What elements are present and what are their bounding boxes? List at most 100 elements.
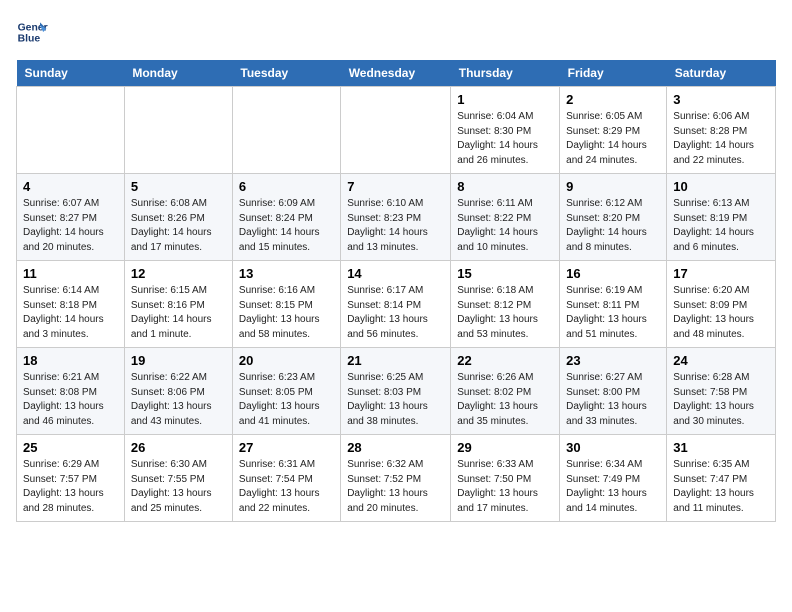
- calendar-cell: 2 Sunrise: 6:05 AM Sunset: 8:29 PM Daylig…: [560, 87, 667, 174]
- day-number: 25: [23, 440, 118, 455]
- day-number: 21: [347, 353, 444, 368]
- calendar-cell: 23 Sunrise: 6:27 AM Sunset: 8:00 PM Dayli…: [560, 348, 667, 435]
- day-number: 15: [457, 266, 553, 281]
- day-number: 23: [566, 353, 660, 368]
- day-number: 29: [457, 440, 553, 455]
- day-number: 4: [23, 179, 118, 194]
- logo-icon: General Blue: [16, 16, 48, 48]
- day-number: 9: [566, 179, 660, 194]
- calendar-cell: [232, 87, 340, 174]
- day-number: 22: [457, 353, 553, 368]
- day-info: Sunrise: 6:32 AM Sunset: 7:52 PM Dayligh…: [347, 458, 444, 516]
- day-number: 28: [347, 440, 444, 455]
- day-info: Sunrise: 6:33 AM Sunset: 7:50 PM Dayligh…: [457, 458, 553, 516]
- calendar-cell: 10 Sunrise: 6:13 AM Sunset: 8:19 PM Dayli…: [667, 174, 776, 261]
- day-info: Sunrise: 6:12 AM Sunset: 8:20 PM Dayligh…: [566, 197, 660, 255]
- calendar-cell: 14 Sunrise: 6:17 AM Sunset: 8:14 PM Dayli…: [341, 261, 451, 348]
- calendar-cell: 24 Sunrise: 6:28 AM Sunset: 7:58 PM Dayli…: [667, 348, 776, 435]
- day-number: 19: [131, 353, 226, 368]
- day-number: 7: [347, 179, 444, 194]
- day-number: 17: [673, 266, 769, 281]
- calendar-cell: 15 Sunrise: 6:18 AM Sunset: 8:12 PM Dayli…: [451, 261, 560, 348]
- day-info: Sunrise: 6:23 AM Sunset: 8:05 PM Dayligh…: [239, 371, 334, 429]
- calendar-cell: 13 Sunrise: 6:16 AM Sunset: 8:15 PM Dayli…: [232, 261, 340, 348]
- calendar-cell: 3 Sunrise: 6:06 AM Sunset: 8:28 PM Daylig…: [667, 87, 776, 174]
- calendar-cell: 19 Sunrise: 6:22 AM Sunset: 8:06 PM Dayli…: [124, 348, 232, 435]
- week-row-3: 11 Sunrise: 6:14 AM Sunset: 8:18 PM Dayli…: [17, 261, 776, 348]
- calendar-cell: 12 Sunrise: 6:15 AM Sunset: 8:16 PM Dayli…: [124, 261, 232, 348]
- day-info: Sunrise: 6:35 AM Sunset: 7:47 PM Dayligh…: [673, 458, 769, 516]
- logo: General Blue: [16, 16, 48, 48]
- day-number: 27: [239, 440, 334, 455]
- day-info: Sunrise: 6:21 AM Sunset: 8:08 PM Dayligh…: [23, 371, 118, 429]
- day-number: 12: [131, 266, 226, 281]
- day-number: 20: [239, 353, 334, 368]
- day-info: Sunrise: 6:11 AM Sunset: 8:22 PM Dayligh…: [457, 197, 553, 255]
- calendar-cell: 30 Sunrise: 6:34 AM Sunset: 7:49 PM Dayli…: [560, 435, 667, 522]
- day-info: Sunrise: 6:29 AM Sunset: 7:57 PM Dayligh…: [23, 458, 118, 516]
- calendar-cell: 26Sunrise: 6:30 AM Sunset: 7:55 PM Dayli…: [124, 435, 232, 522]
- day-info: Sunrise: 6:15 AM Sunset: 8:16 PM Dayligh…: [131, 284, 226, 342]
- weekday-header-friday: Friday: [560, 60, 667, 87]
- day-info: Sunrise: 6:20 AM Sunset: 8:09 PM Dayligh…: [673, 284, 769, 342]
- day-number: 14: [347, 266, 444, 281]
- day-info: Sunrise: 6:17 AM Sunset: 8:14 PM Dayligh…: [347, 284, 444, 342]
- day-info: Sunrise: 6:04 AM Sunset: 8:30 PM Dayligh…: [457, 110, 553, 168]
- calendar-cell: 7 Sunrise: 6:10 AM Sunset: 8:23 PM Daylig…: [341, 174, 451, 261]
- day-info: Sunrise: 6:30 AM Sunset: 7:55 PM Dayligh…: [131, 458, 226, 516]
- calendar-cell: 9 Sunrise: 6:12 AM Sunset: 8:20 PM Daylig…: [560, 174, 667, 261]
- calendar-cell: 6 Sunrise: 6:09 AM Sunset: 8:24 PM Daylig…: [232, 174, 340, 261]
- calendar-cell: 18 Sunrise: 6:21 AM Sunset: 8:08 PM Dayli…: [17, 348, 125, 435]
- weekday-header-row: SundayMondayTuesdayWednesdayThursdayFrid…: [17, 60, 776, 87]
- calendar-cell: 16 Sunrise: 6:19 AM Sunset: 8:11 PM Dayli…: [560, 261, 667, 348]
- calendar-cell: 21 Sunrise: 6:25 AM Sunset: 8:03 PM Dayli…: [341, 348, 451, 435]
- day-number: 8: [457, 179, 553, 194]
- calendar-cell: [341, 87, 451, 174]
- day-number: 11: [23, 266, 118, 281]
- day-info: Sunrise: 6:09 AM Sunset: 8:24 PM Dayligh…: [239, 197, 334, 255]
- week-row-2: 4 Sunrise: 6:07 AM Sunset: 8:27 PM Daylig…: [17, 174, 776, 261]
- weekday-header-tuesday: Tuesday: [232, 60, 340, 87]
- day-number: 18: [23, 353, 118, 368]
- calendar-table: SundayMondayTuesdayWednesdayThursdayFrid…: [16, 60, 776, 522]
- day-info: Sunrise: 6:25 AM Sunset: 8:03 PM Dayligh…: [347, 371, 444, 429]
- week-row-4: 18 Sunrise: 6:21 AM Sunset: 8:08 PM Dayli…: [17, 348, 776, 435]
- day-number: 13: [239, 266, 334, 281]
- day-info: Sunrise: 6:16 AM Sunset: 8:15 PM Dayligh…: [239, 284, 334, 342]
- day-number: 30: [566, 440, 660, 455]
- day-info: Sunrise: 6:18 AM Sunset: 8:12 PM Dayligh…: [457, 284, 553, 342]
- day-info: Sunrise: 6:27 AM Sunset: 8:00 PM Dayligh…: [566, 371, 660, 429]
- day-number: 2: [566, 92, 660, 107]
- day-number: 31: [673, 440, 769, 455]
- day-number: 6: [239, 179, 334, 194]
- calendar-cell: 8 Sunrise: 6:11 AM Sunset: 8:22 PM Daylig…: [451, 174, 560, 261]
- day-info: Sunrise: 6:05 AM Sunset: 8:29 PM Dayligh…: [566, 110, 660, 168]
- calendar-cell: [17, 87, 125, 174]
- day-number: 24: [673, 353, 769, 368]
- day-info: Sunrise: 6:34 AM Sunset: 7:49 PM Dayligh…: [566, 458, 660, 516]
- day-number: 16: [566, 266, 660, 281]
- calendar-cell: 5 Sunrise: 6:08 AM Sunset: 8:26 PM Daylig…: [124, 174, 232, 261]
- day-info: Sunrise: 6:22 AM Sunset: 8:06 PM Dayligh…: [131, 371, 226, 429]
- calendar-cell: 20 Sunrise: 6:23 AM Sunset: 8:05 PM Dayli…: [232, 348, 340, 435]
- week-row-1: 1 Sunrise: 6:04 AM Sunset: 8:30 PM Daylig…: [17, 87, 776, 174]
- day-number: 3: [673, 92, 769, 107]
- day-info: Sunrise: 6:13 AM Sunset: 8:19 PM Dayligh…: [673, 197, 769, 255]
- day-info: Sunrise: 6:14 AM Sunset: 8:18 PM Dayligh…: [23, 284, 118, 342]
- day-number: 1: [457, 92, 553, 107]
- weekday-header-saturday: Saturday: [667, 60, 776, 87]
- day-info: Sunrise: 6:28 AM Sunset: 7:58 PM Dayligh…: [673, 371, 769, 429]
- day-info: Sunrise: 6:26 AM Sunset: 8:02 PM Dayligh…: [457, 371, 553, 429]
- day-number: 5: [131, 179, 226, 194]
- weekday-header-monday: Monday: [124, 60, 232, 87]
- calendar-cell: 22 Sunrise: 6:26 AM Sunset: 8:02 PM Dayli…: [451, 348, 560, 435]
- day-info: Sunrise: 6:19 AM Sunset: 8:11 PM Dayligh…: [566, 284, 660, 342]
- day-info: Sunrise: 6:10 AM Sunset: 8:23 PM Dayligh…: [347, 197, 444, 255]
- calendar-cell: 25 Sunrise: 6:29 AM Sunset: 7:57 PM Dayli…: [17, 435, 125, 522]
- calendar-cell: 27Sunrise: 6:31 AM Sunset: 7:54 PM Dayli…: [232, 435, 340, 522]
- day-info: Sunrise: 6:07 AM Sunset: 8:27 PM Dayligh…: [23, 197, 118, 255]
- day-number: 10: [673, 179, 769, 194]
- day-info: Sunrise: 6:06 AM Sunset: 8:28 PM Dayligh…: [673, 110, 769, 168]
- day-info: Sunrise: 6:08 AM Sunset: 8:26 PM Dayligh…: [131, 197, 226, 255]
- header: General Blue: [16, 16, 776, 48]
